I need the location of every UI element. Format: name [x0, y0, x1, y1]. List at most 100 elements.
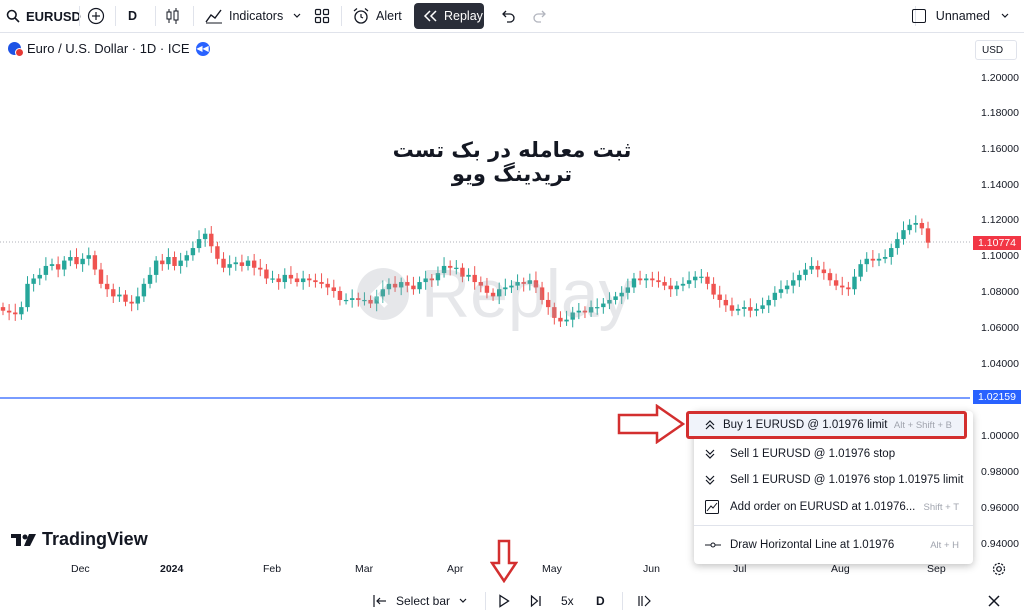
candles-group	[0, 215, 931, 328]
jump-to-end-icon	[638, 595, 651, 607]
candle-body	[490, 292, 496, 297]
candle-body	[147, 274, 153, 284]
time-axis-label: Dec	[71, 563, 90, 575]
price-axis-label: 1.08000	[981, 286, 1019, 298]
symbol-search-button[interactable]: EURUSD	[6, 3, 81, 29]
gear-icon	[992, 562, 1006, 576]
candle-body	[264, 269, 269, 279]
candle-body	[398, 282, 404, 288]
candle-body	[650, 278, 655, 281]
search-icon	[6, 9, 20, 23]
candle-body	[374, 296, 379, 304]
currency-selector[interactable]: USD	[975, 40, 1017, 60]
indicators-icon	[205, 9, 222, 24]
chevron-down-icon	[459, 598, 467, 603]
play-icon	[499, 594, 510, 608]
candle-body	[153, 260, 159, 275]
candle-body	[827, 273, 833, 281]
chart-type-button[interactable]	[165, 3, 181, 29]
menu-item-label: Sell 1 EURUSD @ 1.01976 stop	[730, 448, 896, 460]
chevron-down-icon	[293, 13, 301, 18]
candle-body	[644, 278, 649, 281]
candle-body	[62, 260, 67, 270]
menu-item-sell-stop-limit[interactable]: Sell 1 EURUSD @ 1.01976 stop 1.01975 lim…	[694, 467, 973, 493]
redo-button[interactable]	[532, 3, 548, 29]
candle-body	[735, 308, 741, 311]
candle-body	[797, 274, 802, 281]
tradingview-logo-text: TradingView	[42, 529, 148, 549]
replay-interval-button[interactable]: D	[596, 590, 605, 612]
candle-body	[588, 307, 594, 313]
candle-body	[882, 257, 888, 259]
overlay-title: ثبت معامله در بک تست تریدینگ ویو	[392, 138, 632, 186]
candle-body	[6, 310, 12, 313]
menu-item-label: Draw Horizontal Line at 1.01976	[730, 539, 895, 551]
candle-body	[172, 257, 177, 266]
menu-item-sell-stop[interactable]: Sell 1 EURUSD @ 1.01976 stop	[694, 441, 973, 467]
candle-body	[576, 310, 582, 313]
candle-body	[515, 282, 520, 286]
candle-body	[86, 255, 91, 259]
price-axis-label: 1.06000	[981, 322, 1019, 334]
candle-body	[435, 273, 441, 281]
candle-body	[717, 294, 722, 300]
templates-button[interactable]	[314, 3, 330, 29]
candle-body	[570, 312, 575, 320]
toolbar-divider	[622, 592, 623, 610]
indicators-button[interactable]: Indicators	[205, 3, 283, 29]
layout-name-button[interactable]: Unnamed	[911, 3, 1010, 29]
candle-body	[484, 285, 490, 293]
menu-item-buy-limit[interactable]: Buy 1 EURUSD @ 1.01976 limit Alt + Shift…	[686, 411, 967, 439]
speed-button[interactable]: 5x	[561, 590, 574, 612]
candle-body	[460, 267, 465, 277]
undo-button[interactable]	[500, 3, 516, 29]
candle-body	[729, 305, 735, 311]
close-replay-button[interactable]	[987, 590, 1001, 612]
undo-icon	[502, 10, 515, 23]
candle-body	[221, 258, 226, 268]
select-bar-button[interactable]: Select bar	[372, 590, 468, 612]
candle-body	[686, 280, 692, 284]
replay-mode-badge-icon[interactable]: ◀◀	[195, 41, 210, 56]
alert-button[interactable]: Alert	[352, 3, 402, 29]
menu-item-draw-horizontal-line[interactable]: Draw Horizontal Line at 1.01976 Alt + H	[694, 532, 973, 558]
candle-body	[307, 278, 312, 281]
chart-settings-button[interactable]	[992, 562, 1006, 581]
menu-item-shortcut: Alt + Shift + B	[893, 419, 952, 431]
annotation-arrow-down	[490, 539, 518, 583]
candle-body	[699, 276, 704, 278]
candle-body	[674, 285, 680, 290]
candle-body	[166, 257, 171, 265]
candle-body	[68, 257, 73, 261]
step-forward-button[interactable]	[530, 590, 542, 612]
price-axis-label: 0.96000	[981, 502, 1019, 514]
candle-body	[0, 307, 6, 311]
price-axis-label: 1.20000	[981, 72, 1019, 84]
candle-body	[895, 239, 900, 249]
candle-body	[668, 285, 673, 290]
candle-body	[380, 289, 386, 297]
candle-body	[300, 278, 306, 283]
replay-button[interactable]: Replay	[414, 3, 484, 29]
indicators-dropdown[interactable]	[292, 3, 302, 29]
close-icon	[988, 595, 1000, 607]
time-axis-label: Sep	[927, 563, 946, 575]
candle-body	[846, 287, 851, 290]
current-price-tag: 1.10774	[973, 236, 1021, 250]
candle-body	[613, 296, 618, 300]
candle-body	[925, 228, 931, 243]
interval-button[interactable]: D	[128, 3, 137, 29]
compare-button[interactable]	[86, 3, 106, 29]
jump-to-realtime-button[interactable]	[637, 590, 653, 612]
menu-item-add-order[interactable]: Add order on EURUSD at 1.01976... Shift …	[694, 494, 973, 520]
candle-body	[742, 307, 747, 309]
time-axis-label: Feb	[263, 563, 282, 575]
play-button[interactable]	[498, 590, 510, 612]
candle-body	[656, 280, 661, 283]
candle-body	[202, 233, 208, 240]
chevrons-down-icon	[705, 475, 715, 485]
toolbar-divider	[155, 6, 156, 26]
layout-checkbox[interactable]	[911, 9, 926, 23]
candle-body	[104, 283, 110, 290]
candle-body	[441, 265, 447, 274]
